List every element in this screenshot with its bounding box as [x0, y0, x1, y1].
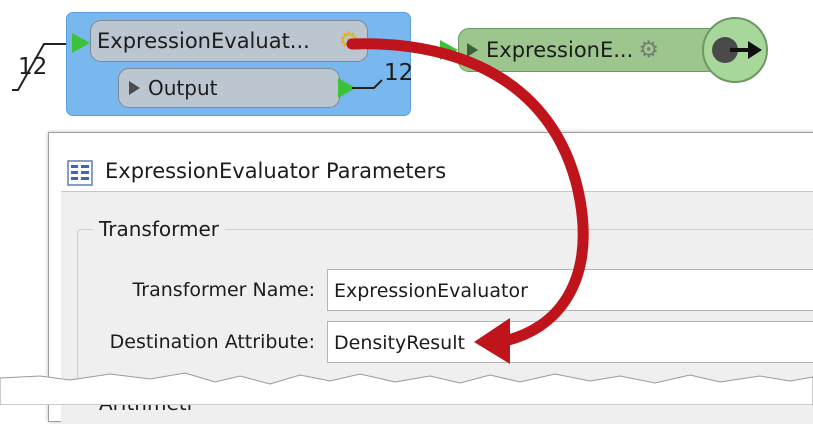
red-annotation-arrow	[346, 38, 589, 364]
